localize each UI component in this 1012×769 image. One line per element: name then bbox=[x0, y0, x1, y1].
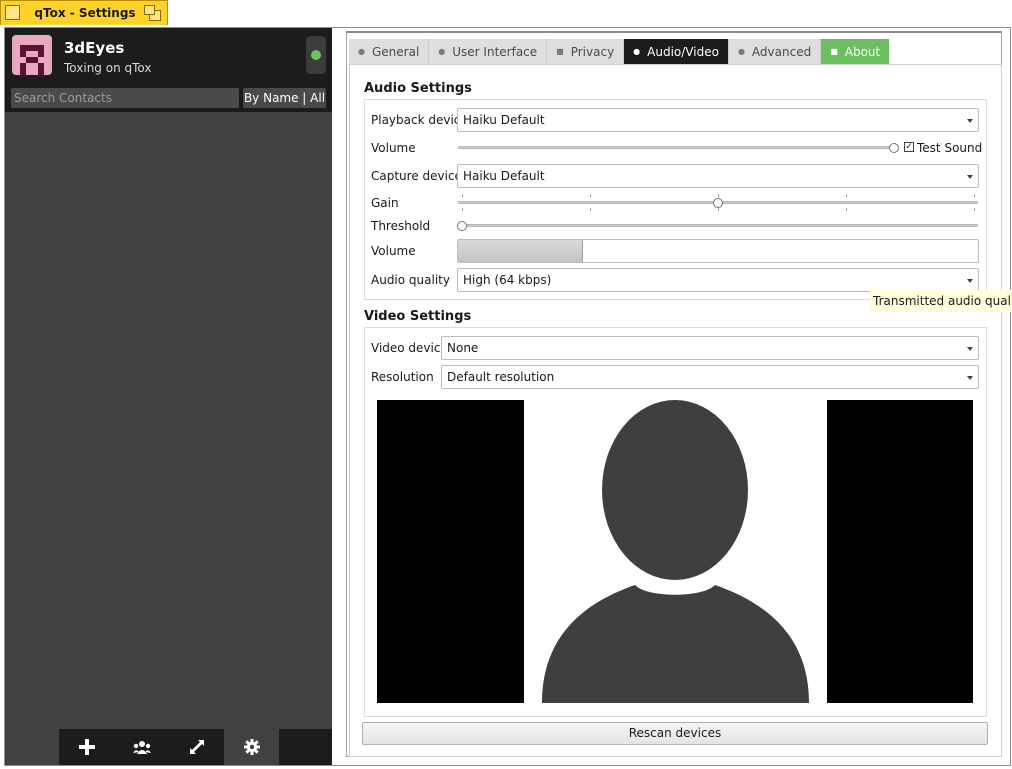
playback-volume-handle[interactable] bbox=[889, 143, 899, 153]
contact-list[interactable] bbox=[5, 112, 332, 729]
profile-header: 3dEyes Toxing on qTox By Name | All bbox=[5, 28, 332, 112]
settings-pane: ● General ● User Interface ■ Privacy ● Audio… bbox=[332, 28, 1010, 765]
file-transfers-button[interactable] bbox=[169, 729, 224, 765]
settings-button[interactable] bbox=[224, 729, 279, 765]
bottom-toolbar bbox=[59, 729, 332, 765]
playback-device-label: Playback device bbox=[371, 113, 468, 127]
tab-advanced[interactable]: ● Advanced bbox=[728, 39, 822, 64]
chevron-down-icon bbox=[967, 376, 973, 380]
mic-volume-level bbox=[458, 240, 583, 262]
tab-general[interactable]: ● General bbox=[349, 39, 430, 64]
audio-quality-label: Audio quality bbox=[371, 273, 450, 287]
mic-volume-label: Volume bbox=[371, 244, 416, 258]
audio-quality-select[interactable]: High (64 kbps) bbox=[457, 268, 979, 292]
resolution-select[interactable]: Default resolution bbox=[441, 365, 979, 389]
tab-audio-video[interactable]: ● Audio/Video bbox=[624, 39, 729, 64]
add-friend-button[interactable] bbox=[59, 729, 114, 765]
window-titlebar: qTox - Settings bbox=[0, 0, 1012, 27]
chevron-down-icon bbox=[967, 119, 973, 123]
chevron-down-icon bbox=[967, 175, 973, 179]
status-online-icon bbox=[311, 50, 321, 60]
test-sound-label: Test Sound bbox=[917, 141, 983, 155]
groups-button[interactable] bbox=[114, 729, 169, 765]
audio-video-tab-icon: ● bbox=[633, 47, 641, 56]
video-preview bbox=[377, 400, 973, 703]
lock-icon: ■ bbox=[556, 47, 564, 56]
plus-icon bbox=[78, 739, 95, 755]
search-contacts-input[interactable] bbox=[11, 88, 239, 108]
group-icon bbox=[132, 741, 151, 754]
playback-device-select[interactable]: Haiku Default bbox=[457, 108, 979, 132]
profile-name[interactable]: 3dEyes bbox=[64, 39, 124, 57]
threshold-handle[interactable] bbox=[457, 221, 467, 231]
playback-volume-slider[interactable] bbox=[458, 146, 898, 149]
gear-icon bbox=[243, 739, 260, 755]
threshold-slider[interactable] bbox=[458, 224, 978, 227]
status-button[interactable] bbox=[306, 36, 326, 74]
ui-tab-icon: ● bbox=[438, 47, 446, 56]
general-tab-icon: ● bbox=[358, 47, 365, 56]
audio-settings-title: Audio Settings bbox=[364, 81, 472, 96]
app-window: 3dEyes Toxing on qTox By Name | All bbox=[4, 27, 1011, 766]
profile-status-message[interactable]: Toxing on qTox bbox=[64, 61, 151, 75]
test-sound-checkbox[interactable]: ✓ bbox=[904, 142, 914, 152]
advanced-tab-icon: ● bbox=[737, 47, 745, 56]
chevron-down-icon bbox=[967, 347, 973, 351]
capture-device-select[interactable]: Haiku Default bbox=[457, 164, 979, 188]
about-tab-icon: ■ bbox=[830, 47, 838, 56]
threshold-label: Threshold bbox=[371, 219, 431, 233]
capture-device-label: Capture device bbox=[371, 169, 462, 183]
avatar[interactable] bbox=[12, 35, 52, 75]
resolution-label: Resolution bbox=[371, 370, 434, 384]
gain-label: Gain bbox=[371, 196, 399, 210]
tab-privacy[interactable]: ■ Privacy bbox=[547, 39, 625, 64]
user-placeholder-icon bbox=[524, 400, 827, 703]
video-settings-title: Video Settings bbox=[364, 309, 472, 324]
tab-user-interface[interactable]: ● User Interface bbox=[429, 39, 548, 64]
tab-about[interactable]: ■ About bbox=[821, 39, 890, 64]
settings-tabs: ● General ● User Interface ■ Privacy ● Audio… bbox=[349, 39, 890, 64]
playback-volume-label: Volume bbox=[371, 141, 416, 155]
zoom-window-button[interactable] bbox=[144, 5, 162, 21]
rescan-devices-button[interactable]: Rescan devices bbox=[362, 722, 988, 745]
contact-filter-button[interactable]: By Name | All bbox=[243, 88, 326, 108]
mic-volume-meter bbox=[457, 239, 979, 263]
video-device-select[interactable]: None bbox=[441, 336, 979, 360]
window-title-tab[interactable]: qTox - Settings bbox=[0, 0, 168, 25]
chevron-down-icon bbox=[967, 279, 973, 283]
transfer-icon bbox=[189, 740, 204, 754]
gain-handle[interactable] bbox=[713, 198, 723, 208]
video-device-label: Video device bbox=[371, 341, 448, 355]
audio-quality-tooltip: Transmitted audio quality. bbox=[870, 290, 1012, 312]
sidebar: 3dEyes Toxing on qTox By Name | All bbox=[5, 28, 332, 765]
